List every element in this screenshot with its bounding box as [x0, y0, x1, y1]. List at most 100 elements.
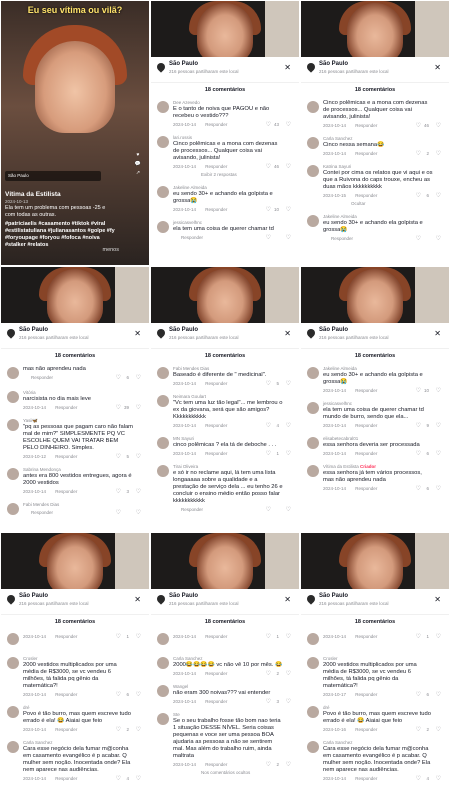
- location-name[interactable]: São Paulo: [319, 327, 348, 333]
- dislike-icon[interactable]: ♡: [436, 726, 441, 733]
- heart-icon[interactable]: ♡: [266, 234, 271, 241]
- heart-icon[interactable]: ♡: [266, 761, 271, 768]
- username-text[interactable]: Carla Sanchez: [23, 740, 53, 745]
- like-icon[interactable]: ♥: [131, 151, 145, 160]
- avatar[interactable]: [157, 395, 169, 407]
- view-replies-link[interactable]: Nos comentários ocultos: [173, 769, 293, 777]
- username-text[interactable]: Katrina Sayuri: [323, 164, 351, 169]
- avatar[interactable]: [7, 706, 19, 718]
- username-text[interactable]: Carla Sanchez: [323, 136, 353, 141]
- heart-icon[interactable]: ♡: [416, 775, 421, 782]
- username-text[interactable]: jessicasvelhnc: [173, 220, 202, 225]
- reply-button[interactable]: Responder: [355, 451, 377, 456]
- username-text[interactable]: dré: [23, 705, 30, 710]
- reply-button[interactable]: Responder: [205, 122, 227, 127]
- avatar[interactable]: [7, 391, 19, 403]
- video-thumbnail[interactable]: [1, 267, 149, 323]
- username-text[interactable]: Yasii🦋: [23, 418, 38, 423]
- close-icon[interactable]: ✕: [434, 63, 441, 72]
- avatar[interactable]: [7, 419, 19, 431]
- avatar[interactable]: [157, 221, 169, 233]
- comment-icon[interactable]: 💬: [131, 160, 145, 169]
- dislike-icon[interactable]: ♡: [436, 691, 441, 698]
- location-name[interactable]: São Paulo: [319, 61, 348, 67]
- username-text[interactable]: Carla Sanchez: [323, 740, 353, 745]
- avatar[interactable]: [157, 713, 169, 725]
- avatar[interactable]: [157, 657, 169, 669]
- username-text[interactable]: jessicasvelhnc: [323, 401, 352, 406]
- comment-username[interactable]: Fabi Mendes Dias: [23, 502, 143, 508]
- username-text[interactable]: Crosler: [323, 656, 338, 661]
- avatar[interactable]: [307, 101, 319, 113]
- avatar[interactable]: [157, 186, 169, 198]
- username-text[interactable]: lari.rossis: [173, 135, 192, 140]
- reply-button[interactable]: Responder: [355, 193, 377, 198]
- caption-toggle[interactable]: menos: [102, 247, 119, 253]
- close-icon[interactable]: ✕: [284, 63, 291, 72]
- reply-button[interactable]: Responder: [355, 692, 377, 697]
- avatar[interactable]: [7, 468, 19, 480]
- dislike-icon[interactable]: ♡: [136, 726, 141, 733]
- heart-icon[interactable]: ♡: [266, 163, 271, 170]
- video-hashtags[interactable]: #patriciaelis #casamento #tiktok #viral …: [5, 221, 115, 249]
- username-text[interactable]: Dee Azevedo: [173, 100, 200, 105]
- video-thumbnail[interactable]: [151, 1, 299, 57]
- reply-button[interactable]: Responder: [205, 634, 227, 639]
- reply-button[interactable]: Responder: [31, 510, 53, 515]
- reply-button[interactable]: Responder: [355, 776, 377, 781]
- dislike-icon[interactable]: ♡: [436, 450, 441, 457]
- heart-icon[interactable]: ♡: [416, 691, 421, 698]
- avatar[interactable]: [157, 437, 169, 449]
- dislike-icon[interactable]: ♡: [436, 235, 441, 242]
- heart-icon[interactable]: ♡: [266, 633, 271, 640]
- reply-button[interactable]: Responder: [205, 699, 227, 704]
- close-icon[interactable]: ✕: [434, 329, 441, 338]
- avatar[interactable]: [157, 685, 169, 697]
- avatar[interactable]: [307, 137, 319, 149]
- username-text[interactable]: Vitória: [23, 390, 36, 395]
- avatar[interactable]: [157, 465, 169, 477]
- reply-button[interactable]: Responder: [355, 388, 377, 393]
- dislike-icon[interactable]: ♡: [286, 380, 291, 387]
- heart-icon[interactable]: ♡: [416, 726, 421, 733]
- heart-icon[interactable]: ♡: [116, 404, 121, 411]
- author-name[interactable]: Vítima da Estilista: [5, 191, 115, 198]
- dislike-icon[interactable]: ♡: [286, 121, 291, 128]
- dislike-icon[interactable]: ♡: [136, 374, 141, 381]
- username-text[interactable]: Jakeline Almeida: [323, 214, 357, 219]
- username-text[interactable]: Tirai Oliveira: [173, 464, 198, 469]
- dislike-icon[interactable]: ♡: [436, 775, 441, 782]
- heart-icon[interactable]: ♡: [266, 698, 271, 705]
- username-text[interactable]: MN Sayuri: [173, 436, 194, 441]
- dislike-icon[interactable]: ♡: [436, 192, 441, 199]
- reply-button[interactable]: Responder: [181, 507, 203, 512]
- heart-icon[interactable]: ♡: [416, 192, 421, 199]
- close-icon[interactable]: ✕: [134, 329, 141, 338]
- heart-icon[interactable]: ♡: [416, 235, 421, 242]
- dislike-icon[interactable]: ♡: [136, 488, 141, 495]
- dislike-icon[interactable]: ♡: [136, 775, 141, 782]
- username-text[interactable]: Fabi Mendes Dias: [173, 366, 209, 371]
- avatar[interactable]: [307, 706, 319, 718]
- dislike-icon[interactable]: ♡: [286, 163, 291, 170]
- dislike-icon[interactable]: ♡: [136, 509, 141, 516]
- username-text[interactable]: Wangel: [173, 684, 188, 689]
- dislike-icon[interactable]: ♡: [286, 506, 291, 513]
- heart-icon[interactable]: ♡: [116, 509, 121, 516]
- reply-button[interactable]: Responder: [205, 164, 227, 169]
- reply-button[interactable]: Responder: [205, 762, 227, 767]
- avatar[interactable]: [7, 657, 19, 669]
- heart-icon[interactable]: ♡: [266, 670, 271, 677]
- heart-icon[interactable]: ♡: [266, 422, 271, 429]
- avatar[interactable]: [157, 136, 169, 148]
- reply-button[interactable]: Responder: [205, 671, 227, 676]
- close-icon[interactable]: ✕: [284, 329, 291, 338]
- heart-icon[interactable]: ♡: [266, 121, 271, 128]
- video-thumbnail[interactable]: [1, 533, 149, 589]
- avatar[interactable]: [7, 367, 19, 379]
- view-replies-link[interactable]: Exibir 2 respostas: [173, 171, 293, 179]
- heart-icon[interactable]: ♡: [416, 485, 421, 492]
- heart-icon[interactable]: ♡: [416, 450, 421, 457]
- reply-button[interactable]: Responder: [331, 236, 353, 241]
- heart-icon[interactable]: ♡: [116, 453, 121, 460]
